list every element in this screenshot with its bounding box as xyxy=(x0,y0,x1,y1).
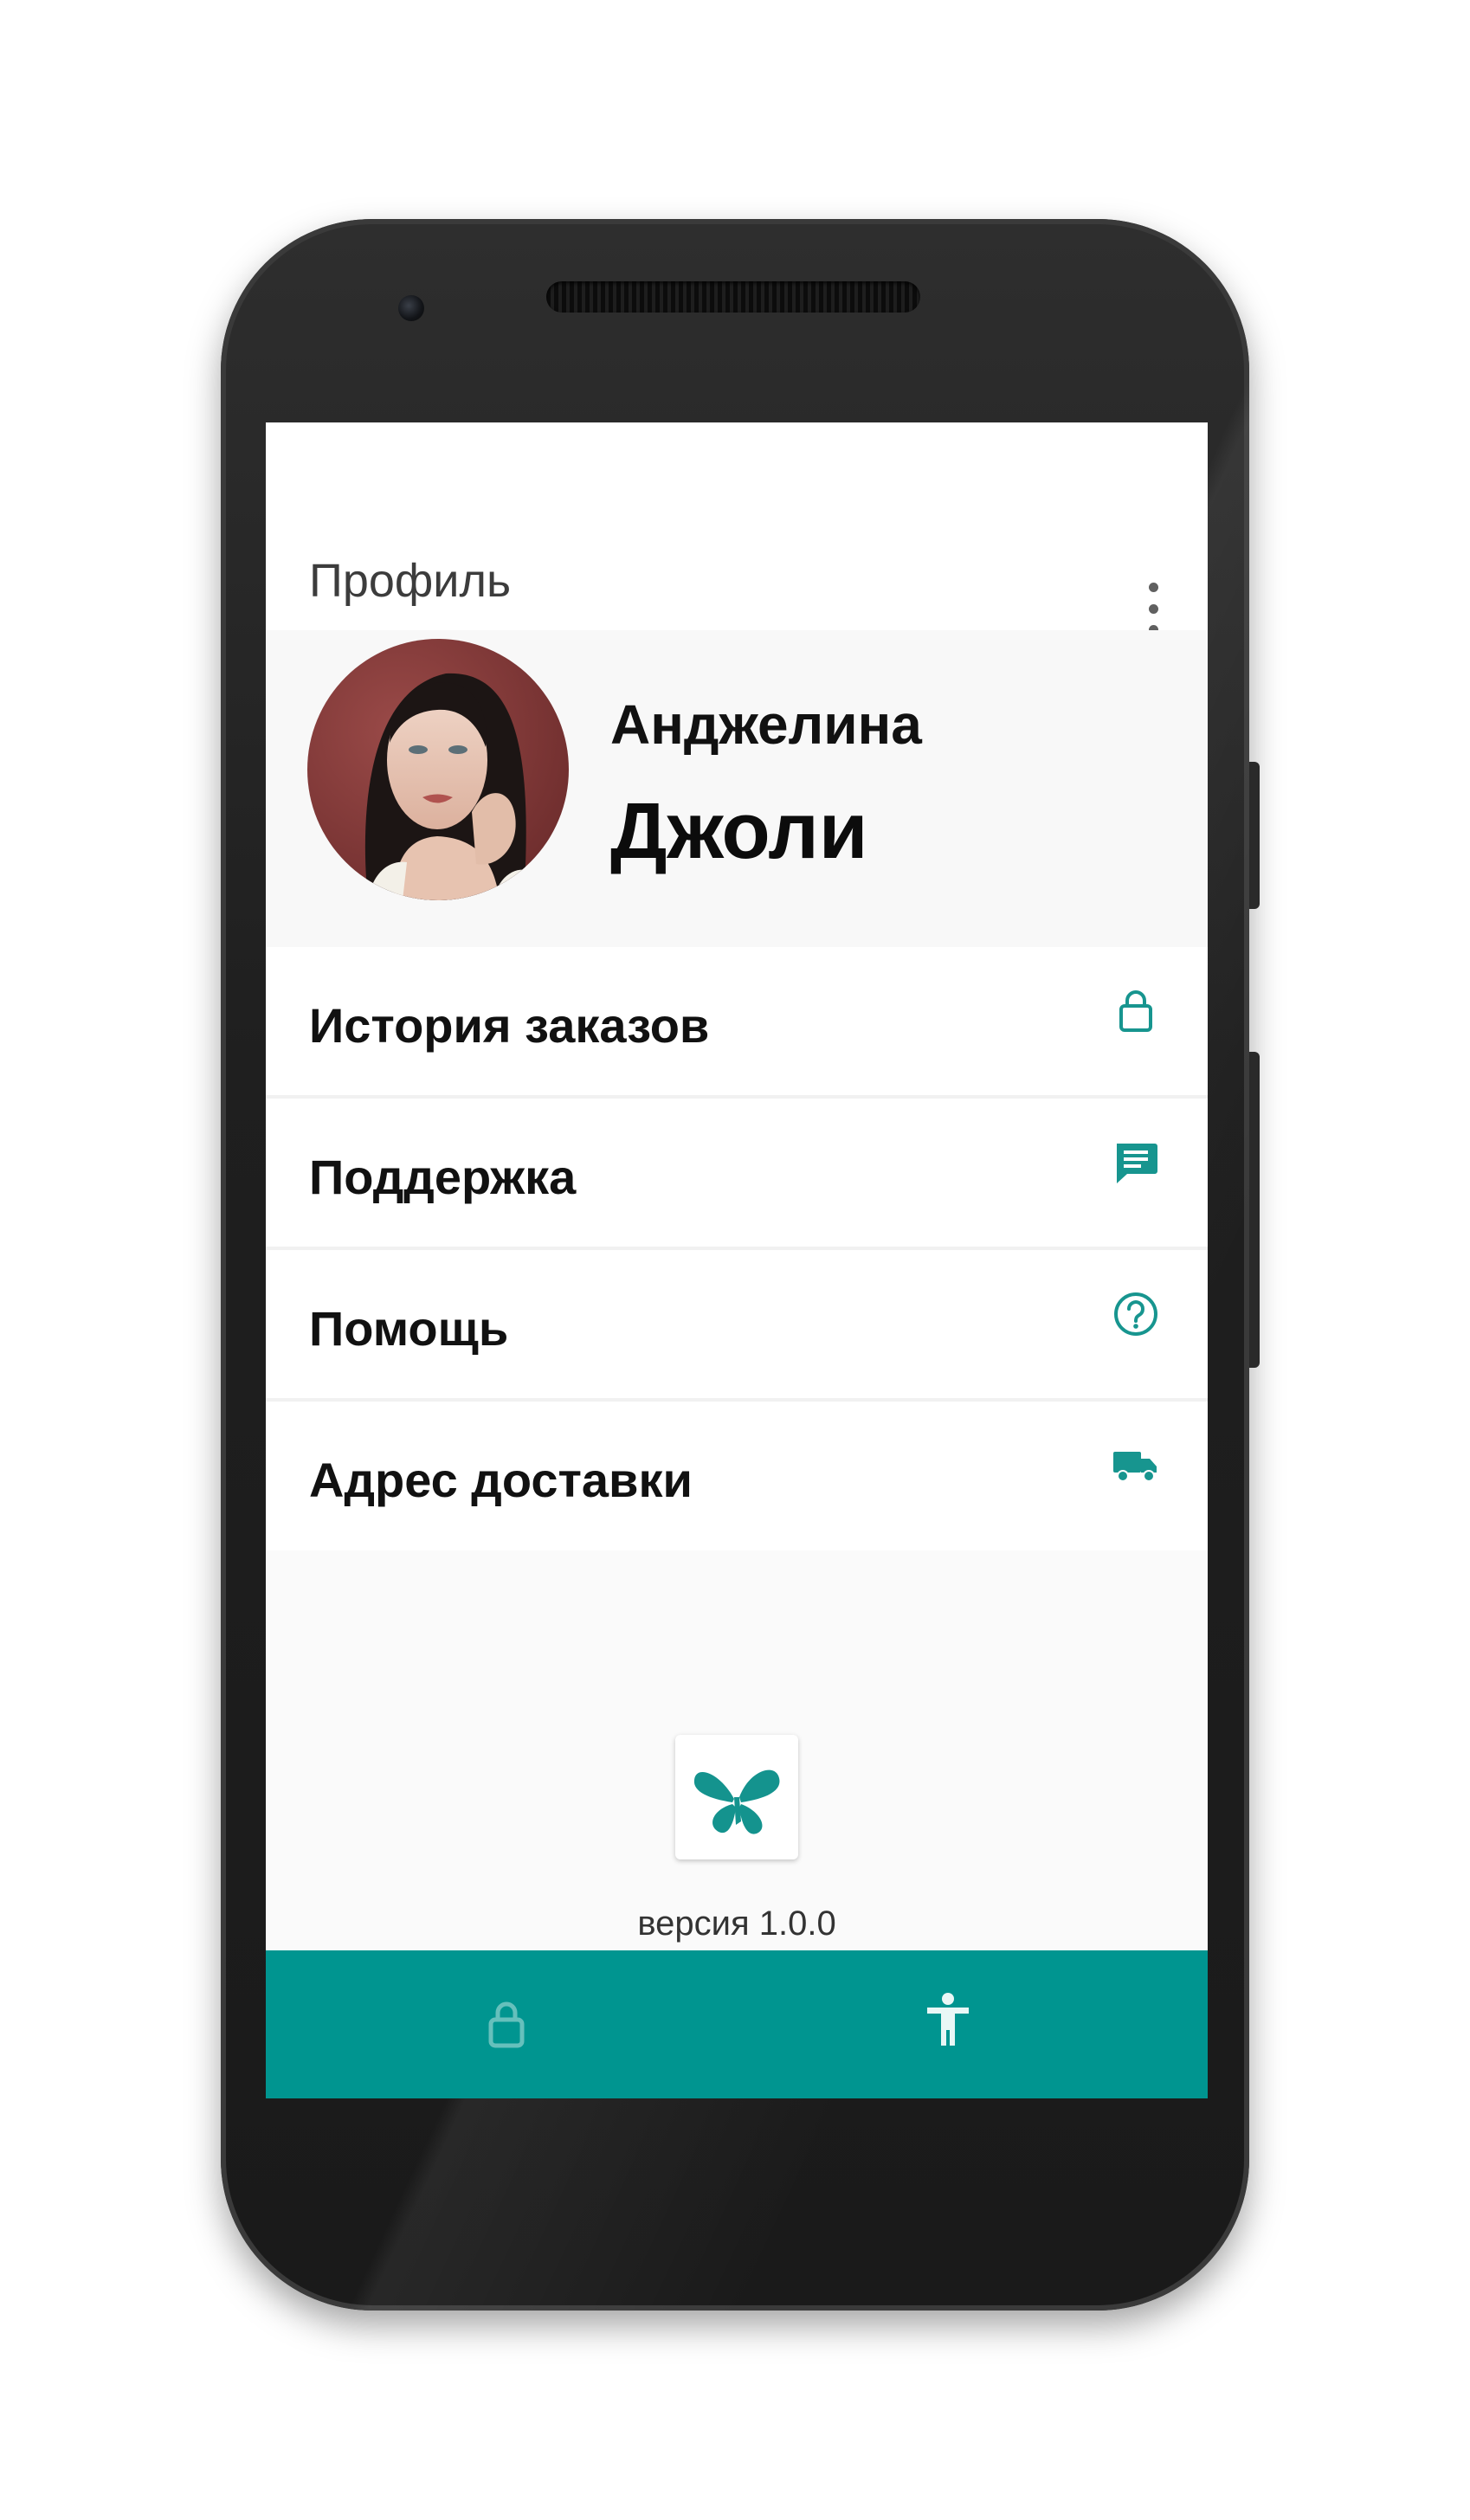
menu-item-help[interactable]: Помощь xyxy=(266,1250,1208,1402)
app-screen: Профиль Анджелина Джоли История заказов … xyxy=(266,422,1208,2098)
shopping-bag-icon xyxy=(1119,990,1152,1032)
app-logo xyxy=(675,1735,798,1859)
tab-orders[interactable] xyxy=(266,1950,737,2098)
help-circle-icon xyxy=(1114,1292,1157,1336)
menu-item-order-history[interactable]: История заказов xyxy=(266,947,1208,1099)
butterfly-logo-icon xyxy=(693,1769,780,1834)
avatar[interactable] xyxy=(307,639,569,900)
top-speaker xyxy=(546,281,920,313)
menu-item-delivery-address[interactable]: Адрес доставки xyxy=(266,1402,1208,1550)
profile-card: Анджелина Джоли xyxy=(266,630,1208,947)
chat-message-icon xyxy=(1117,1144,1157,1183)
profile-last-name: Джоли xyxy=(610,787,868,875)
menu-item-label: История заказов xyxy=(309,998,710,1053)
front-camera xyxy=(398,295,424,321)
power-button xyxy=(1249,762,1260,909)
shopping-bag-icon xyxy=(488,2001,525,2048)
menu-item-support[interactable]: Поддержка xyxy=(266,1099,1208,1250)
version-label: версия 1.0.0 xyxy=(637,1905,836,1943)
delivery-truck-icon xyxy=(1113,1452,1157,1482)
tab-profile[interactable] xyxy=(737,1950,1208,2098)
menu-item-label: Помощь xyxy=(309,1301,509,1356)
person-icon xyxy=(927,1993,969,2046)
menu-item-label: Поддержка xyxy=(309,1150,577,1204)
profile-first-name: Анджелина xyxy=(610,693,922,756)
page-title: Профиль xyxy=(309,555,512,607)
menu-item-label: Адрес доставки xyxy=(309,1453,693,1507)
more-vert-icon[interactable] xyxy=(1136,583,1170,635)
bottom-navigation xyxy=(266,1950,1208,2098)
app-bar: Профиль xyxy=(266,422,1208,635)
user-avatar-photo xyxy=(307,639,569,900)
volume-button xyxy=(1249,1052,1260,1368)
profile-menu: История заказов Поддержка Помощь Адрес д… xyxy=(266,947,1208,1550)
